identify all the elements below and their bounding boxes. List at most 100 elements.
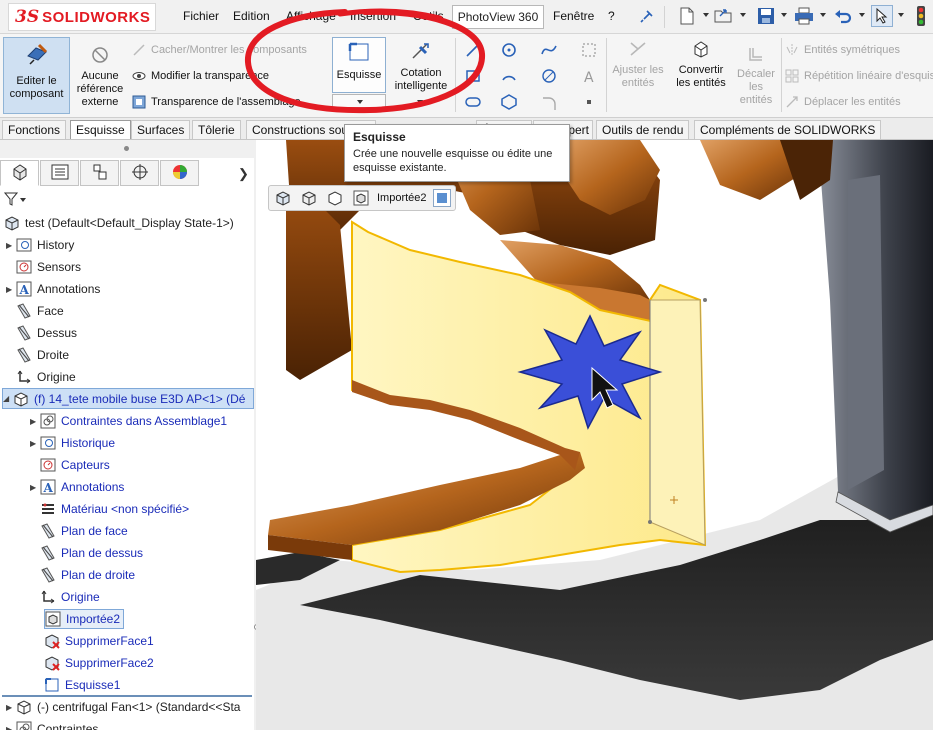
linear-pattern-button[interactable]: Répétition linéaire d'esquisse <box>785 69 933 83</box>
expand-arrow-icon[interactable]: ▶ <box>30 417 40 426</box>
smart-dimension-button[interactable]: Cotation intelligente <box>390 37 452 97</box>
tree-subitem-importee2[interactable]: Importée2 <box>44 609 125 629</box>
spline-tool-icon[interactable] <box>540 41 558 59</box>
tab-complements[interactable]: Compléments de SOLIDWORKS <box>694 120 882 139</box>
fillet-tool-icon[interactable] <box>540 93 558 111</box>
tree-subitem-mates[interactable]: ▶ Contraintes dans Assemblage1 <box>30 411 227 431</box>
tree-subitem-plan-dessus[interactable]: Plan de dessus <box>40 543 143 563</box>
tab-tolerie[interactable]: Tôlerie <box>192 120 241 139</box>
print-icon[interactable] <box>793 5 815 27</box>
breadcrumb-assembly-icon[interactable] <box>273 188 293 208</box>
tab-outils-de-rendu[interactable]: Outils de rendu <box>596 120 690 139</box>
graphics-area[interactable] <box>256 140 933 730</box>
assembly-transparency-button[interactable]: Transparence de l'assemblage <box>132 95 301 109</box>
tab-fonctions[interactable]: Fonctions <box>2 120 67 139</box>
menu-fichier[interactable]: Fichier <box>183 9 219 23</box>
modify-transparency-button[interactable]: Modifier la transparence <box>132 69 269 83</box>
no-external-reference-button[interactable]: Aucune référence externe <box>74 46 126 109</box>
tree-subitem-origine[interactable]: Origine <box>40 587 100 607</box>
tree-root-assembly[interactable]: test (Default<Default_Display State-1>) <box>4 213 234 233</box>
tree-subitem-esquisse1[interactable]: Esquisse1 <box>44 675 120 695</box>
tree-item-right-plane[interactable]: Droite <box>16 345 69 365</box>
tree-subitem-supprimerface2[interactable]: SupprimerFace2 <box>44 653 154 673</box>
plane-tool-icon[interactable] <box>580 93 598 111</box>
feature-tree-tab[interactable] <box>0 160 39 186</box>
breadcrumb-body-icon[interactable] <box>325 188 345 208</box>
expand-arrow-icon[interactable]: ▶ <box>30 483 40 492</box>
dimxpert-manager-tab[interactable] <box>120 160 159 186</box>
tree-item-annotations[interactable]: ▶ A Annotations <box>6 279 100 299</box>
tree-subitem-supprimerface1[interactable]: SupprimerFace1 <box>44 631 154 651</box>
tab-surfaces[interactable]: Surfaces <box>131 120 191 139</box>
model-render[interactable] <box>256 140 933 730</box>
select-dropdown-icon[interactable] <box>898 13 904 17</box>
sketch-button[interactable]: Esquisse <box>332 37 386 93</box>
offset-entities-button[interactable]: Décaler les entités <box>733 46 779 107</box>
breadcrumb-imported-icon[interactable] <box>351 188 371 208</box>
dimension-dropdown-icon[interactable] <box>417 100 423 104</box>
breadcrumb-face-icon[interactable] <box>432 189 451 207</box>
slot-tool-icon[interactable] <box>464 93 482 111</box>
tree-subitem-capteurs[interactable]: Capteurs <box>40 455 110 475</box>
mirror-entities-button[interactable]: Entités symétriques <box>785 43 900 57</box>
sketch-dropdown[interactable] <box>332 94 386 108</box>
tree-item-centrifugal-fan[interactable]: ▶ (-) centrifugal Fan<1> (Standard<<Sta <box>6 697 240 717</box>
expand-arrow-icon[interactable]: ▶ <box>30 439 40 448</box>
point-tool-icon[interactable] <box>540 67 558 85</box>
open-dropdown-icon[interactable] <box>740 13 746 17</box>
tree-item-component-tete[interactable]: ◢ (f) 14_tete mobile buse E3D AP<1> (Dé <box>2 388 254 409</box>
save-dropdown-icon[interactable] <box>781 13 787 17</box>
select-cursor-icon[interactable] <box>871 5 893 27</box>
tree-item-top-plane[interactable]: Dessus <box>16 323 77 343</box>
display-manager-tab[interactable] <box>160 160 199 186</box>
breadcrumb-part-icon[interactable] <box>299 188 319 208</box>
new-dropdown-icon[interactable] <box>703 13 709 17</box>
expand-arrow-icon[interactable]: ▶ <box>6 285 16 294</box>
tree-item-face-plane[interactable]: Face <box>16 301 64 321</box>
tree-item-origin[interactable]: Origine <box>16 367 76 387</box>
hide-show-components-button[interactable]: Cacher/Montrer les composants <box>132 43 307 57</box>
line-tool-icon[interactable] <box>464 41 482 59</box>
tree-item-history[interactable]: ▶ History <box>6 235 74 255</box>
rectangle-tool-icon[interactable] <box>464 67 482 85</box>
pin-icon[interactable] <box>636 5 658 27</box>
traffic-light-icon[interactable] <box>910 5 932 27</box>
tree-subitem-annotations[interactable]: ▶ A Annotations <box>30 477 124 497</box>
menu-help[interactable]: ? <box>608 9 615 23</box>
trim-entities-button[interactable]: Ajuster les entités <box>608 40 668 90</box>
expand-arrow-icon[interactable]: ▶ <box>6 703 16 712</box>
tree-subitem-plan-face[interactable]: Plan de face <box>40 521 128 541</box>
edit-component-button[interactable]: Editer le composant <box>3 37 70 114</box>
menu-outils[interactable]: Outils <box>413 9 444 23</box>
tree-item-sensors[interactable]: Sensors <box>16 257 81 277</box>
move-entities-button[interactable]: Déplacer les entités <box>785 95 901 109</box>
undo-icon[interactable] <box>832 5 854 27</box>
tree-subitem-plan-droite[interactable]: Plan de droite <box>40 565 135 585</box>
undo-dropdown-icon[interactable] <box>859 13 865 17</box>
menu-affichage[interactable]: Affichage <box>286 9 336 23</box>
menu-insertion[interactable]: Insertion <box>350 9 396 23</box>
convert-entities-button[interactable]: Convertir les entités <box>670 40 732 90</box>
menu-edition[interactable]: Edition <box>233 9 270 23</box>
open-folder-icon[interactable] <box>713 5 735 27</box>
print-dropdown-icon[interactable] <box>820 13 826 17</box>
save-icon[interactable] <box>755 5 777 27</box>
dashed-rectangle-icon[interactable] <box>580 41 598 59</box>
text-tool-icon[interactable]: A <box>580 67 598 85</box>
configuration-manager-tab[interactable] <box>80 160 119 186</box>
tree-subitem-material[interactable]: Matériau <non spécifié> <box>40 499 189 519</box>
tab-esquisse[interactable]: Esquisse <box>70 120 131 139</box>
panel-grip[interactable] <box>0 140 254 158</box>
breadcrumb-label[interactable]: Importée2 <box>377 192 427 204</box>
property-manager-tab[interactable] <box>40 160 79 186</box>
arc-tool-icon[interactable] <box>500 67 518 85</box>
expand-arrow-icon[interactable]: ▶ <box>6 241 16 250</box>
tree-subitem-historique[interactable]: ▶ Historique <box>30 433 115 453</box>
new-document-icon[interactable] <box>676 5 698 27</box>
circle-tool-icon[interactable] <box>500 41 518 59</box>
solidworks-logo[interactable]: 3S SOLIDWORKS <box>8 3 156 31</box>
polygon-tool-icon[interactable] <box>500 93 518 111</box>
tree-item-contraintes[interactable]: ▶ Contraintes <box>6 719 98 730</box>
menu-fenetre[interactable]: Fenêtre <box>553 9 594 23</box>
tree-filter[interactable] <box>3 191 44 209</box>
